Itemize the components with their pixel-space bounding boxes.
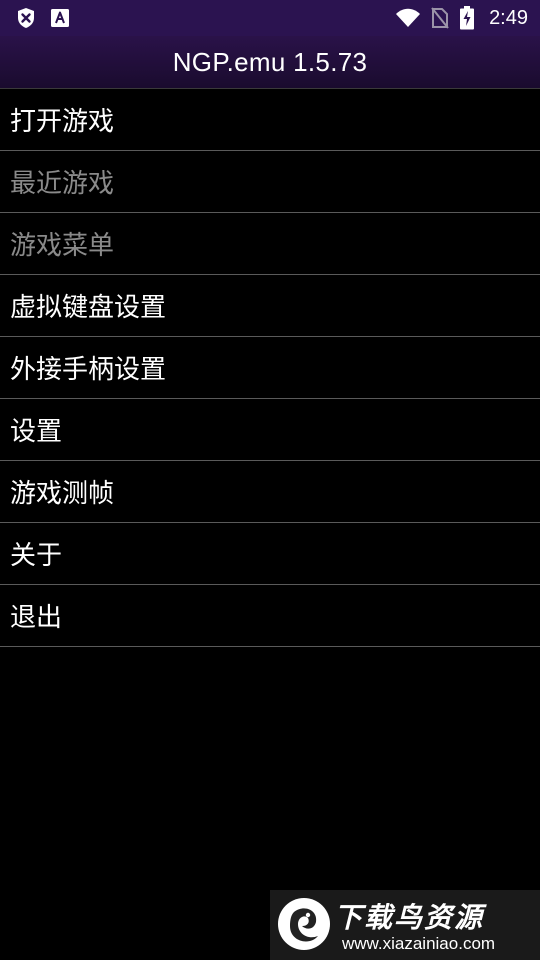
menu-item-exit[interactable]: 退出 [0, 585, 540, 647]
main-menu: 打开游戏 最近游戏 游戏菜单 虚拟键盘设置 外接手柄设置 设置 游戏测帧 关于 … [0, 89, 540, 647]
status-time: 2:49 [489, 6, 528, 29]
battery-charging-icon [459, 6, 475, 30]
font-a-icon [50, 8, 70, 28]
watermark-title: 下载鸟资源 [334, 901, 485, 934]
menu-item-game-menu[interactable]: 游戏菜单 [0, 213, 540, 275]
app-title: NGP.emu 1.5.73 [172, 46, 368, 77]
watermark-url: www.xiazainiao.com [342, 934, 496, 953]
watermark: 下载鸟资源 www.xiazainiao.com [270, 890, 540, 960]
menu-item-gamepad-settings[interactable]: 外接手柄设置 [0, 337, 540, 399]
menu-item-frame-test[interactable]: 游戏测帧 [0, 461, 540, 523]
title-bar: NGP.emu 1.5.73 [0, 36, 540, 89]
no-sim-icon [431, 7, 449, 29]
status-left [16, 6, 70, 30]
status-right: 2:49 [395, 6, 528, 30]
bird-logo-icon [276, 896, 332, 952]
menu-item-about[interactable]: 关于 [0, 523, 540, 585]
menu-item-settings[interactable]: 设置 [0, 399, 540, 461]
menu-item-recent-games[interactable]: 最近游戏 [0, 151, 540, 213]
status-bar: 2:49 [0, 0, 540, 36]
shield-x-icon [16, 7, 36, 29]
wifi-icon [395, 8, 421, 28]
menu-item-virtual-keyboard-settings[interactable]: 虚拟键盘设置 [0, 275, 540, 337]
app-screen: 2:49 NGP.emu 1.5.73 打开游戏 最近游戏 游戏菜单 虚拟键盘设… [0, 0, 540, 960]
menu-item-open-game[interactable]: 打开游戏 [0, 89, 540, 151]
